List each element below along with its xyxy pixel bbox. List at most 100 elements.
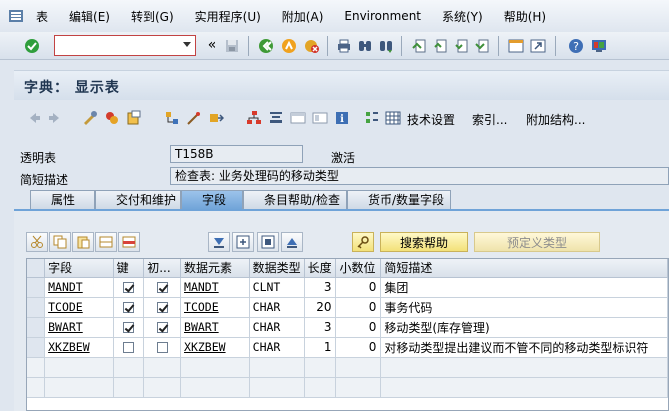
menu-utilities[interactable]: 实用程序(U) [195, 8, 261, 25]
tree-icon[interactable] [364, 110, 380, 126]
data-element-cell[interactable]: XKZBEW [180, 337, 250, 358]
exit-icon[interactable] [281, 38, 297, 54]
cut-row-button[interactable] [26, 232, 48, 252]
row-selector[interactable] [27, 357, 46, 378]
arrow-right-icon[interactable] [47, 110, 63, 126]
chevron-down-icon[interactable] [183, 42, 191, 47]
field-name-cell[interactable]: TCODE [44, 297, 114, 318]
initial-values-checkbox[interactable] [156, 342, 168, 353]
tab-delivery-maintenance[interactable]: 交付和维护 [95, 190, 181, 210]
column-header-initial[interactable]: 初... [143, 259, 182, 278]
other-object-icon[interactable] [126, 110, 142, 126]
previous-page-icon[interactable] [432, 38, 448, 54]
tab-attributes[interactable]: 属性 [30, 190, 95, 210]
copy-row-button[interactable] [49, 232, 71, 252]
menu-table[interactable]: 表 [36, 8, 48, 25]
magic-wand-icon[interactable] [186, 110, 202, 126]
menu-help[interactable]: 帮助(H) [504, 8, 546, 25]
key-icon [357, 236, 369, 249]
data-element-cell[interactable]: MANDT [180, 277, 250, 298]
initial-values-checkbox[interactable] [156, 322, 168, 333]
menu-system[interactable]: 系统(Y) [442, 8, 483, 25]
field-name-cell[interactable]: XKZBEW [44, 337, 114, 358]
column-header-key[interactable]: 键 [113, 259, 145, 278]
data-element-cell[interactable]: BWART [180, 317, 250, 338]
tab-currency-quantity-fields[interactable]: 货币/数量字段 [347, 190, 451, 210]
next-page-icon[interactable] [453, 38, 469, 54]
print-icon[interactable] [336, 38, 352, 54]
menu-goto[interactable]: 转到(G) [131, 8, 174, 25]
tab-entry-help-check[interactable]: 条目帮助/检查 [243, 190, 347, 210]
new-session-icon[interactable] [508, 38, 524, 54]
initial-values-checkbox[interactable] [156, 282, 168, 293]
tab-fields[interactable]: 字段 [181, 190, 243, 210]
find-next-icon[interactable] [378, 38, 394, 54]
data-element-cell[interactable]: TCODE [180, 297, 250, 318]
initial-values-checkbox[interactable] [156, 302, 168, 313]
shortcut-icon[interactable] [530, 38, 546, 54]
search-help-button[interactable]: 搜索帮助 [380, 232, 468, 252]
delete-row-icon [122, 236, 136, 248]
menu-environment[interactable]: Environment [344, 9, 421, 23]
row-selector[interactable] [27, 377, 46, 398]
command-input[interactable] [55, 36, 175, 55]
where-used-icon[interactable] [164, 110, 180, 126]
sap-menu-icon[interactable] [6, 6, 26, 26]
column-header-data-element[interactable]: 数据元素 [180, 259, 250, 278]
enter-icon[interactable] [24, 38, 40, 54]
structure-icon[interactable] [268, 110, 284, 126]
command-field[interactable] [54, 35, 196, 56]
display-change-icon[interactable] [82, 110, 98, 126]
key-button[interactable] [352, 232, 374, 252]
row-selector[interactable] [27, 277, 46, 298]
field-name-cell[interactable]: BWART [44, 317, 114, 338]
activate-icon[interactable] [104, 110, 120, 126]
expand-button[interactable] [232, 232, 254, 252]
list-panel-icon[interactable] [312, 110, 328, 126]
row-selector[interactable] [27, 297, 46, 318]
table-row: MANDT MANDT CLNT 3 0 集团 [27, 277, 668, 298]
block-button[interactable] [257, 232, 279, 252]
key-checkbox[interactable] [122, 342, 134, 353]
first-page-icon[interactable] [411, 38, 427, 54]
field-name-cell[interactable]: MANDT [44, 277, 114, 298]
select-all-header[interactable] [27, 259, 46, 278]
table-grid-icon[interactable] [385, 110, 401, 126]
help-icon[interactable]: ? [568, 38, 584, 54]
row-selector[interactable] [27, 337, 46, 358]
last-page-icon[interactable] [474, 38, 490, 54]
key-checkbox[interactable] [122, 322, 134, 333]
find-icon[interactable] [357, 38, 373, 54]
empty-row [27, 377, 668, 398]
info-icon[interactable]: i [334, 110, 350, 126]
menu-edit[interactable]: 编辑(E) [69, 8, 110, 25]
arrow-left-icon[interactable] [26, 110, 42, 126]
transport-icon[interactable] [208, 110, 224, 126]
short-description-cell: 事务代码 [380, 297, 668, 318]
delete-row-button[interactable] [118, 232, 140, 252]
collapse-toolbar-icon[interactable]: « [204, 37, 220, 53]
insert-row-button[interactable] [95, 232, 117, 252]
panel-icon[interactable] [290, 110, 306, 126]
key-checkbox[interactable] [122, 282, 134, 293]
hierarchy-icon[interactable] [246, 110, 262, 126]
predefined-type-button[interactable]: 预定义类型 [474, 232, 600, 252]
paste-row-button[interactable] [72, 232, 94, 252]
column-header-length[interactable]: 长度 [304, 259, 337, 278]
row-selector[interactable] [27, 317, 46, 338]
cancel-icon[interactable] [304, 38, 320, 54]
back-icon[interactable] [258, 38, 274, 54]
menu-extras[interactable]: 附加(A) [282, 8, 324, 25]
key-checkbox[interactable] [122, 302, 134, 313]
column-header-decimals[interactable]: 小数位 [335, 259, 382, 278]
column-header-field[interactable]: 字段 [44, 259, 114, 278]
sort-down-button[interactable] [208, 232, 230, 252]
column-header-data-type[interactable]: 数据类型 [249, 259, 305, 278]
technical-settings-button[interactable]: 技术设置 [407, 111, 455, 128]
save-icon[interactable] [224, 38, 240, 54]
indexes-button[interactable]: 索引... [472, 111, 507, 128]
append-structure-button[interactable]: 附加结构... [526, 111, 585, 128]
customize-layout-icon[interactable] [591, 38, 607, 54]
column-header-short-description[interactable]: 简短描述 [380, 259, 668, 278]
sort-up-button[interactable] [281, 232, 303, 252]
